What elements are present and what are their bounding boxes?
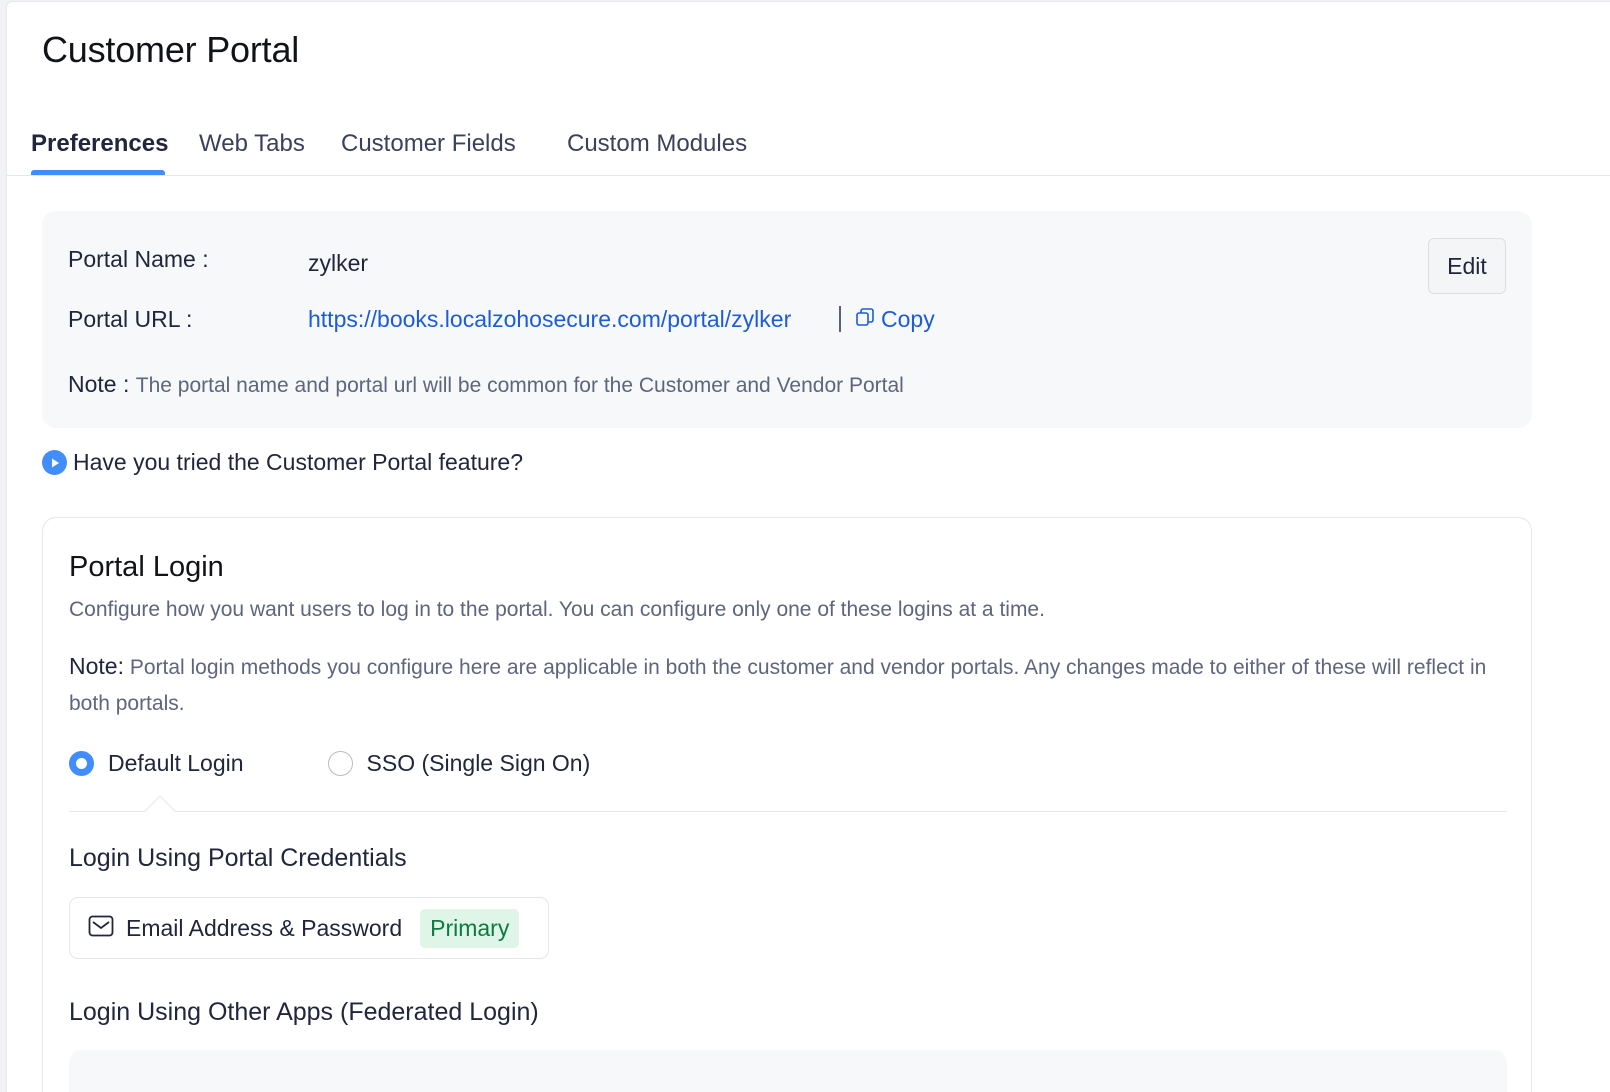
email-password-label: Email Address & Password: [126, 914, 403, 941]
tab-preferences[interactable]: Preferences: [31, 130, 168, 158]
tab-custom-modules[interactable]: Custom Modules: [567, 130, 747, 158]
tab-web-tabs[interactable]: Web Tabs: [199, 130, 305, 158]
radio-default-login-indicator[interactable]: [69, 751, 94, 776]
mail-icon: [88, 915, 114, 942]
radio-default-login-label: Default Login: [108, 750, 244, 776]
portal-note-key: Note :: [68, 371, 130, 397]
options-divider: [69, 811, 1507, 812]
url-separator: [839, 306, 841, 332]
radio-sso-login[interactable]: SSO (Single Sign On): [327, 750, 591, 777]
portal-url-link[interactable]: https://books.localzohosecure.com/portal…: [308, 306, 791, 332]
federated-login-panel: [69, 1050, 1507, 1092]
portal-name-value: zylker: [308, 250, 369, 276]
active-tab-indicator: [31, 170, 165, 175]
portal-login-card: Portal Login Configure how you want user…: [42, 517, 1532, 1092]
email-password-method[interactable]: Email Address & Password Primary: [69, 897, 549, 959]
portal-login-note-key: Note:: [69, 653, 124, 679]
portal-note: Note : The portal name and portal url wi…: [68, 371, 904, 398]
portal-login-description: Configure how you want users to log in t…: [69, 598, 1045, 621]
customer-portal-page: Customer Portal Preferences Web Tabs Cus…: [6, 1, 1610, 1092]
copy-button[interactable]: Copy: [855, 306, 935, 333]
page-title: Customer Portal: [42, 29, 300, 70]
selected-option-caret: [144, 795, 176, 827]
radio-sso-login-indicator[interactable]: [327, 751, 353, 776]
edit-button[interactable]: Edit: [1428, 238, 1506, 294]
credentials-heading: Login Using Portal Credentials: [69, 844, 407, 872]
tab-customer-fields[interactable]: Customer Fields: [341, 130, 516, 158]
copy-icon: [855, 306, 875, 333]
radio-sso-login-label: SSO (Single Sign On): [366, 750, 591, 776]
tried-feature-link[interactable]: Have you tried the Customer Portal featu…: [42, 449, 523, 476]
primary-badge: Primary: [420, 908, 520, 948]
tried-feature-label: Have you tried the Customer Portal featu…: [73, 449, 524, 475]
portal-login-note: Note: Portal login methods you configure…: [69, 648, 1509, 722]
portal-info-panel: Portal Name : zylker Edit Portal URL : h…: [42, 211, 1532, 428]
play-icon: [42, 450, 67, 475]
portal-login-title: Portal Login: [69, 551, 224, 583]
portal-login-note-text: Portal login methods you configure here …: [69, 656, 1487, 715]
portal-url-label: Portal URL :: [68, 306, 193, 332]
radio-default-login[interactable]: Default Login: [69, 750, 244, 777]
tab-bar: Preferences Web Tabs Customer Fields Cus…: [7, 112, 1610, 176]
login-type-options: Default Login SSO (Single Sign On): [69, 750, 590, 777]
federated-heading: Login Using Other Apps (Federated Login): [69, 998, 539, 1026]
portal-note-text: The portal name and portal url will be c…: [135, 374, 904, 397]
copy-label: Copy: [881, 306, 935, 332]
portal-name-label: Portal Name :: [68, 246, 209, 272]
